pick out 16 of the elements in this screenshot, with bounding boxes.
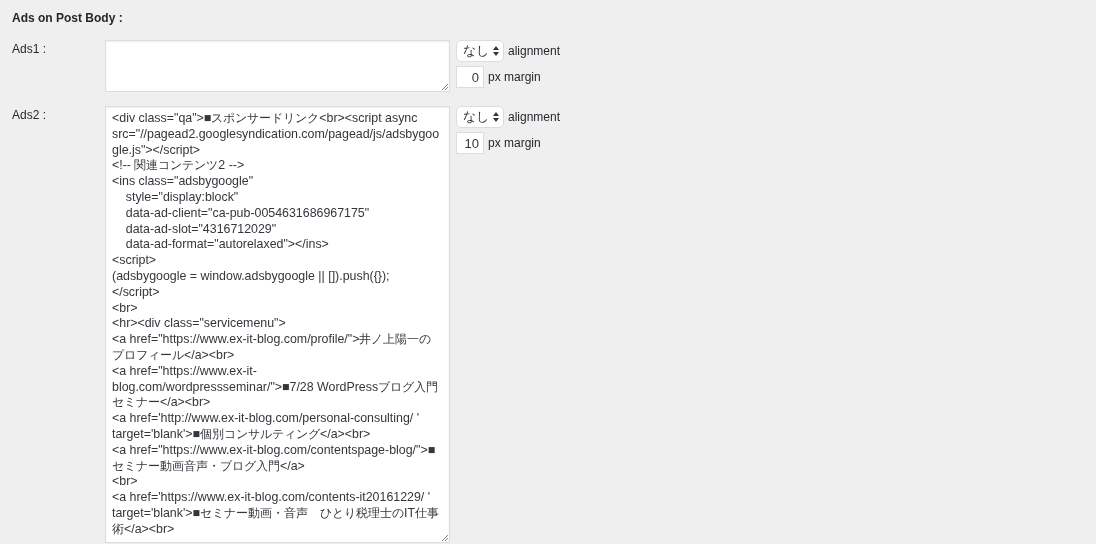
margin-label: px margin [488,136,541,150]
up-down-caret-icon [493,46,499,56]
up-down-caret-icon [493,112,499,122]
alignment-label: alignment [508,110,561,124]
ad-label: Ads2 : [12,107,48,122]
margin-label: px margin [488,70,541,84]
margin-input[interactable]: 0 [456,66,484,88]
code-textarea[interactable]: <div class="qa">■スポンサードリンク<br><script async src="//pagead2.googlesyndication.com/pagead/js/adsbygoogle.js"></script> <!-- 関連コンテンツ2 --> <ins class="adsbygoogle" style="display:block" data-ad-client="ca-pub-0054631686967175" data-ad-slot="4316712029" data-ad-format="autorelaxed"></ins> <script> (adsbygoogle = window.adsbygoogle || []).push({}); </script> <br> <hr><div class="servicemenu"> <a href="https://www.ex-it-blog.com/profile/">井ノ上陽一のプロフィール</a><br> <a href="https://www.ex-it-blog.com/wordpressseminar/">■7/28 WordPressブログ入門セミナー</a><br> <a href='http://www.ex-it-blog.com/personal-consulting/ ' target='blank'>■個別コンサルティング</a><br> <a href="https://www.ex-it-blog.com/contentspage-blog/">■セミナー動画音声・ブログ入門</a> <br> <a href='https://www.ex-it-blog.com/contents-it20161229/ ' target='blank'>■セミナー動画・音声 ひとり税理士のIT仕事術</a><br> [105,106,450,543]
resize-grip-icon[interactable] [441,83,448,90]
alignment-label: alignment [508,44,561,58]
ad-label: Ads1 : [12,41,48,56]
resize-grip-icon[interactable] [441,533,448,541]
alignment-select[interactable]: なし [456,40,504,62]
section-title: Ads on Post Body : [12,10,124,26]
alignment-select[interactable]: なし [456,106,504,128]
margin-input[interactable]: 10 [456,132,484,154]
